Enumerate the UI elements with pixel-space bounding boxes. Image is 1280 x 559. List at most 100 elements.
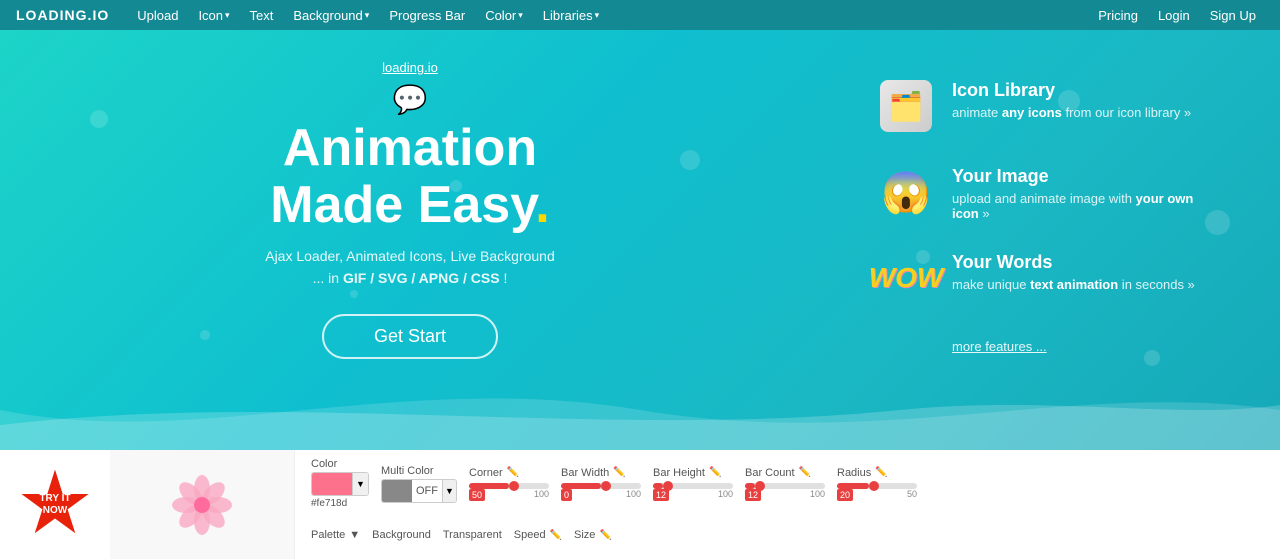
nav-item-icon[interactable]: Icon▾ <box>190 0 237 30</box>
controls-row-1: Color ▼ #fe718d Multi Color OFF ▼ <box>311 458 1264 509</box>
radius-slider-track[interactable] <box>837 483 917 489</box>
barheight-label: Bar Height ✏️ <box>653 467 733 479</box>
barcount-slider-track[interactable] <box>745 483 825 489</box>
nav-arrow-libraries: ▾ <box>595 10 600 21</box>
nav-item-background[interactable]: Background▾ <box>285 0 377 30</box>
try-it-badge[interactable]: TRY ITNOW <box>20 470 90 540</box>
toggle-bg <box>382 480 412 502</box>
control-color: Color ▼ #fe718d <box>311 458 369 509</box>
try-badge-area: TRY ITNOW <box>0 450 110 559</box>
color-value: #fe718d <box>311 498 369 509</box>
barwidth-edit-icon[interactable]: ✏️ <box>613 467 625 478</box>
barheight-slider-thumb[interactable] <box>663 481 673 491</box>
feature-your-image: 😱 Your Image upload and animate image wi… <box>880 166 1220 222</box>
size-control: Size ✏️ <box>574 529 612 541</box>
multicolor-label: Multi Color <box>381 465 457 477</box>
nav-arrow-background: ▾ <box>365 10 370 21</box>
corner-value-badge: 50 <box>469 489 485 501</box>
nav-right: PricingLoginSign Up <box>1090 0 1264 30</box>
hero-section: loading.io 💬 Animation Made Easy. Ajax L… <box>0 30 1280 450</box>
speed-edit-icon[interactable]: ✏️ <box>550 530 562 541</box>
nav-item-text[interactable]: Text <box>242 0 282 30</box>
preview-area <box>110 450 295 559</box>
deco-dot-1 <box>90 110 108 128</box>
feature-your-image-icon: 😱 <box>880 166 936 222</box>
barwidth-slider-thumb[interactable] <box>601 481 611 491</box>
control-corner: Corner ✏️ 50 100 <box>469 467 549 501</box>
radius-value: 20 <box>837 489 853 501</box>
corner-slider-labels: 50 100 <box>469 489 549 501</box>
feature-image-title: Your Image <box>952 166 1220 187</box>
size-label: Size <box>574 529 595 541</box>
radius-slider-fill <box>837 483 869 489</box>
feature-library-text: Icon Library animate any icons from our … <box>952 80 1191 120</box>
nav-right-sign-up[interactable]: Sign Up <box>1202 0 1264 30</box>
corner-max-label: 100 <box>534 489 549 501</box>
nav-item-libraries[interactable]: Libraries▾ <box>535 0 607 30</box>
title-line2: Made Easy. <box>270 176 549 234</box>
corner-label: Corner ✏️ <box>469 467 549 479</box>
feature-library-title: Icon Library <box>952 80 1191 101</box>
control-barheight: Bar Height ✏️ 12 100 <box>653 467 733 501</box>
corner-edit-icon[interactable]: ✏️ <box>507 467 519 478</box>
nav-arrow-icon: ▾ <box>225 10 230 21</box>
nav-item-progress-bar[interactable]: Progress Bar <box>381 0 473 30</box>
multicolor-toggle[interactable]: OFF ▼ <box>381 479 457 503</box>
feature-library-desc: animate any icons from our icon library … <box>952 105 1191 120</box>
chat-icon: 💬 <box>393 83 428 116</box>
bottom-panel: TRY ITNOW <box>0 450 1280 559</box>
barcount-edit-icon[interactable]: ✏️ <box>799 467 811 478</box>
nav-item-color[interactable]: Color▾ <box>477 0 531 30</box>
swatch-color-fill <box>312 473 352 495</box>
feature-your-words-icon: WOW <box>880 252 936 308</box>
library-icon-box: 🗂️ <box>880 80 932 132</box>
feature-image-text: Your Image upload and animate image with… <box>952 166 1220 221</box>
nav-item-upload[interactable]: Upload <box>129 0 186 30</box>
feature-image-desc: upload and animate image with your own i… <box>952 191 1220 221</box>
radius-slider-labels: 20 50 <box>837 489 917 501</box>
radius-edit-icon[interactable]: ✏️ <box>875 467 887 478</box>
barheight-slider-track[interactable] <box>653 483 733 489</box>
toggle-off-label: OFF <box>412 485 442 497</box>
barheight-edit-icon[interactable]: ✏️ <box>709 467 721 478</box>
library-icon: 🗂️ <box>889 90 924 123</box>
size-edit-icon[interactable]: ✏️ <box>599 530 611 541</box>
hero-formats: ... in GIF / SVG / APNG / CSS ! <box>180 270 640 286</box>
hero-right: 🗂️ Icon Library animate any icons from o… <box>880 80 1220 356</box>
hero-link[interactable]: loading.io <box>180 60 640 75</box>
transparent-label: Transparent <box>443 529 502 541</box>
barcount-slider-labels: 12 100 <box>745 489 825 501</box>
control-multicolor: Multi Color OFF ▼ <box>381 465 457 503</box>
navbar: LOADING.IO UploadIcon▾TextBackground▾Pro… <box>0 0 1280 30</box>
palette-label: Palette <box>311 529 345 541</box>
corner-slider-track[interactable] <box>469 483 549 489</box>
nav-arrow-color: ▾ <box>518 10 523 21</box>
background-label: Background <box>372 529 431 541</box>
barwidth-slider-fill <box>561 483 601 489</box>
palette-control: Palette ▼ <box>311 529 360 541</box>
swatch-arrow[interactable]: ▼ <box>352 473 368 495</box>
barheight-slider-labels: 12 100 <box>653 489 733 501</box>
flower-preview <box>162 465 242 545</box>
feature-words-text: Your Words make unique text animation in… <box>952 252 1195 292</box>
barwidth-value: 0 <box>561 489 572 501</box>
corner-slider-thumb[interactable] <box>509 481 519 491</box>
palette-arrow[interactable]: ▼ <box>349 529 360 541</box>
nav-right-login[interactable]: Login <box>1150 0 1198 30</box>
speed-control: Speed ✏️ <box>514 529 562 541</box>
brand-logo[interactable]: LOADING.IO <box>16 7 109 23</box>
feature-your-words: WOW Your Words make unique text animatio… <box>880 252 1220 308</box>
words-icon: WOW <box>869 262 944 294</box>
control-barwidth: Bar Width ✏️ 0 100 <box>561 467 641 501</box>
radius-slider-thumb[interactable] <box>869 481 879 491</box>
barcount-slider-thumb[interactable] <box>755 481 765 491</box>
nav-right-pricing[interactable]: Pricing <box>1090 0 1146 30</box>
color-swatch[interactable]: ▼ <box>311 472 369 496</box>
barwidth-slider-track[interactable] <box>561 483 641 489</box>
barcount-max: 100 <box>810 489 825 501</box>
wave-decoration <box>0 350 1280 450</box>
title-line1: Animation <box>283 119 537 177</box>
barheight-max: 100 <box>718 489 733 501</box>
control-radius: Radius ✏️ 20 50 <box>837 467 917 501</box>
toggle-arrow[interactable]: ▼ <box>442 480 456 502</box>
